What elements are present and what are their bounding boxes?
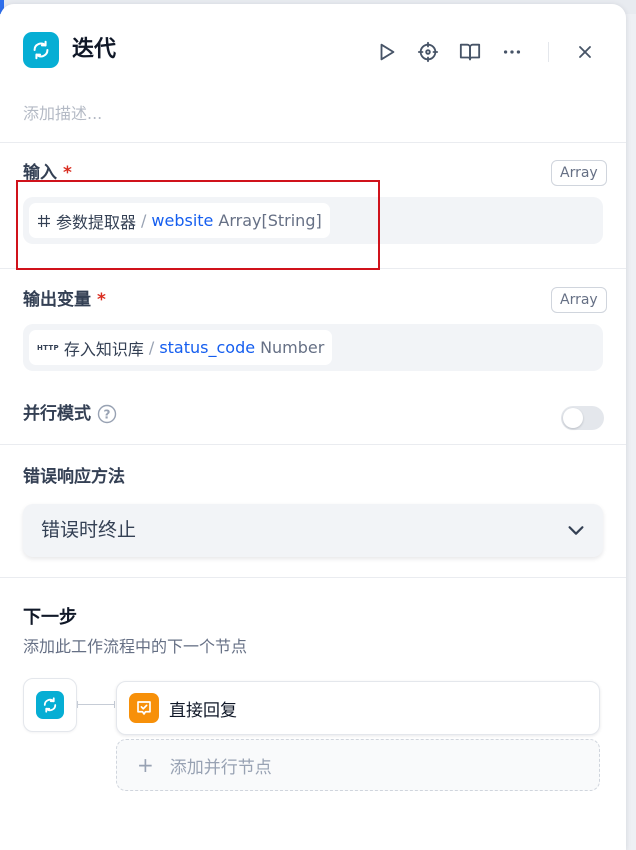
input-type-badge: Array [551,160,607,186]
play-icon [380,43,395,61]
header-separator [548,42,549,62]
error-handling-selected: 错误时终止 [41,519,137,541]
parallel-mode-toggle[interactable] [561,406,604,430]
http-tag: HTTP [37,343,59,352]
plus-icon: + [137,753,154,777]
variable-type: Number [260,338,325,357]
help-icon[interactable]: ? [97,404,117,424]
close-button[interactable] [571,38,599,66]
chevron-down-icon [568,526,584,535]
svg-text:?: ? [104,408,111,422]
current-node [23,678,77,732]
node-connector [77,701,115,708]
node-panel: 迭代 添加描述... 输入 * Array 参数提取器 / website Ar… [0,4,626,850]
section-divider [0,142,626,143]
error-handling-label: 错误响应方法 [23,467,125,487]
add-parallel-node-button[interactable]: + 添加并行节点 [116,739,600,791]
iteration-icon [23,32,59,68]
next-step-title: 下一步 [23,607,77,628]
locate-icon [417,41,439,63]
parallel-mode-label: 并行模式 ? [23,401,117,427]
required-mark: * [97,290,106,310]
variable-name: status_code [159,338,256,357]
section-divider [0,577,626,578]
toggle-knob [563,408,583,428]
add-parallel-node-label: 添加并行节点 [169,757,272,778]
output-label: 输出变量 * [23,287,106,313]
book-icon [459,43,481,61]
node-title[interactable]: 迭代 [72,35,116,65]
output-variable-field[interactable]: HTTP 存入知识库 / status_code Number [23,324,603,371]
variable-source-node: 存入知识库 [63,339,144,359]
close-icon [579,46,591,58]
next-step-subtitle: 添加此工作流程中的下一个节点 [23,637,248,656]
output-variable-chip[interactable]: HTTP 存入知识库 / status_code Number [29,330,333,365]
next-node-direct-reply[interactable]: 直接回复 [116,681,600,735]
locate-button[interactable] [414,38,442,66]
error-handling-select[interactable]: 错误时终止 [23,504,603,557]
variable-separator: / [148,338,155,357]
annotation-highlight-box [16,180,380,270]
more-button[interactable] [498,38,526,66]
docs-button[interactable] [456,38,484,66]
iteration-icon [36,691,64,719]
next-node-label: 直接回复 [169,700,237,721]
run-button[interactable] [373,38,401,66]
description-input[interactable]: 添加描述... [23,102,102,126]
reply-icon [129,693,159,723]
output-type-badge: Array [551,287,607,313]
section-divider [0,444,626,445]
more-icon [503,50,521,54]
